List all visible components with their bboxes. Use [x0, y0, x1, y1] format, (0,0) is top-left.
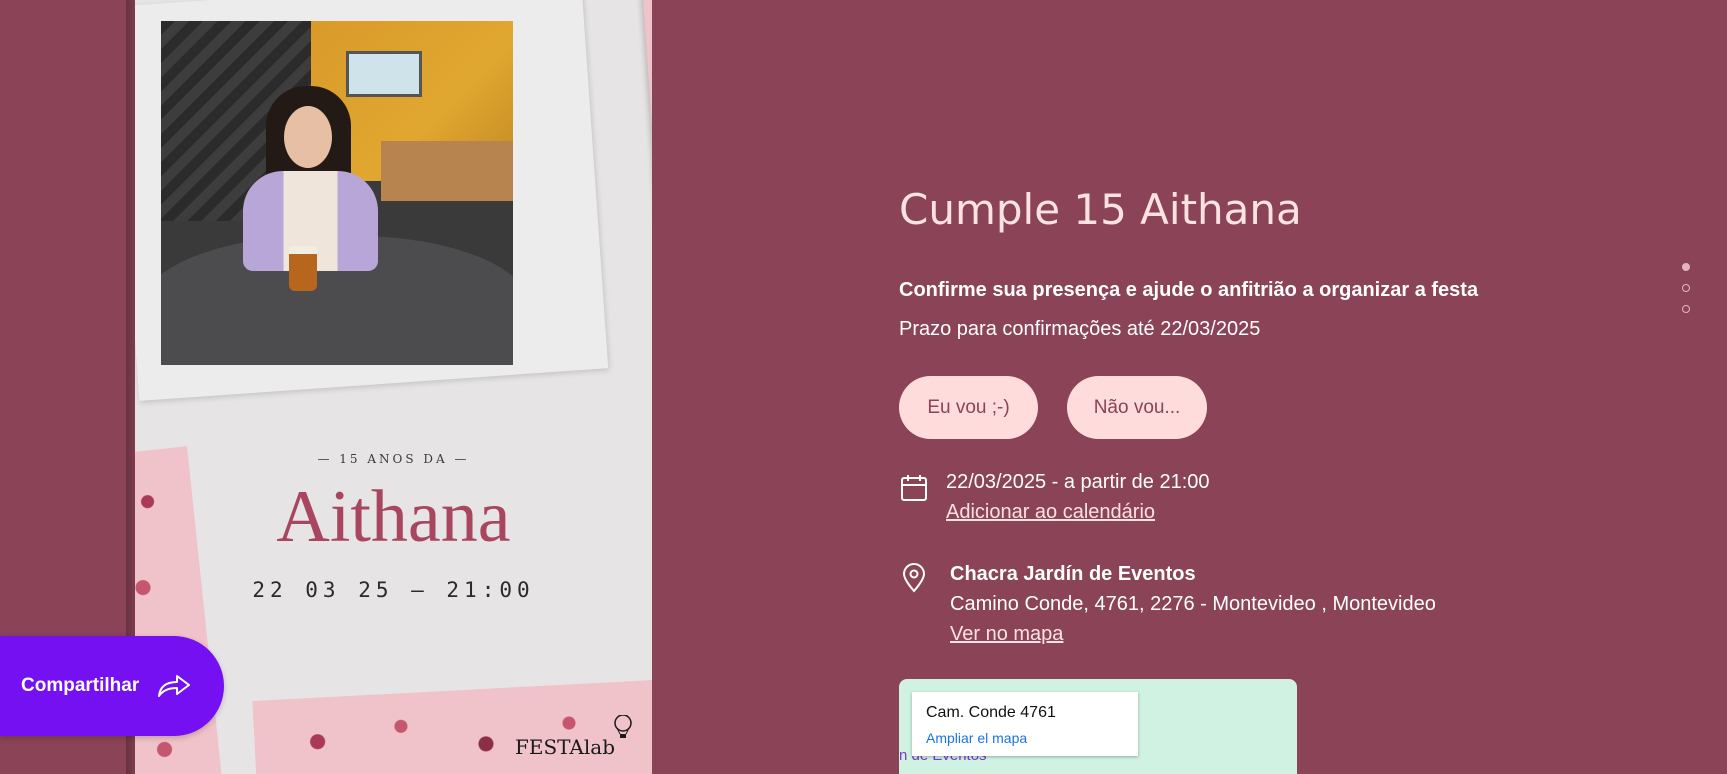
balloon-icon	[614, 715, 632, 738]
rsvp-deadline: Prazo para confirmações até 22/03/2025	[899, 318, 1261, 340]
see-map-link[interactable]: Ver no mapa	[950, 623, 1063, 646]
page: — 15 ANOS DA — Aithana 22 03 25 — 21:00 …	[0, 0, 1727, 774]
map-embed[interactable]: n de Eventos Cam. Conde 4761 Ampliar el …	[899, 679, 1297, 774]
map-address: Cam. Conde 4761	[926, 704, 1056, 721]
section-dot-2[interactable]	[1682, 284, 1690, 292]
share-button-label: Compartilhar	[21, 675, 140, 696]
map-info-card: Cam. Conde 4761 Ampliar el mapa	[912, 692, 1138, 756]
calendar-icon	[901, 475, 927, 501]
section-dot-1[interactable]	[1682, 263, 1690, 271]
share-arrow-icon	[158, 675, 191, 697]
add-to-calendar-link[interactable]: Adicionar ao calendário	[946, 501, 1155, 524]
venue-address: Camino Conde, 4761, 2276 - Montevideo , …	[950, 593, 1436, 615]
card-subtitle: — 15 ANOS DA —	[317, 452, 470, 466]
section-nav	[1682, 263, 1696, 326]
event-date: 22/03/2025 - a partir de 21:00	[946, 471, 1210, 493]
card-name: Aithana	[276, 476, 511, 558]
enlarge-map-link[interactable]: Ampliar el mapa	[926, 730, 1027, 746]
venue-name: Chacra Jardín de Eventos	[950, 563, 1196, 585]
rsvp-no-button[interactable]: Não vou...	[1067, 376, 1207, 439]
section-dot-3[interactable]	[1682, 305, 1690, 313]
floral-decoration	[642, 0, 652, 495]
rsvp-prompt: Confirme sua presença e ajude o anfitriã…	[899, 279, 1479, 301]
invitation-photo	[161, 21, 513, 365]
rsvp-yes-button[interactable]: Eu vou ;-)	[899, 376, 1038, 439]
floral-decoration	[252, 679, 652, 774]
event-title: Cumple 15 Aithana	[899, 185, 1302, 234]
share-button[interactable]: Compartilhar	[0, 636, 224, 736]
card-date-time: 22 03 25 — 21:00	[252, 578, 535, 602]
brand-logo: FESTAlab	[515, 735, 615, 759]
location-pin-icon	[902, 563, 926, 593]
